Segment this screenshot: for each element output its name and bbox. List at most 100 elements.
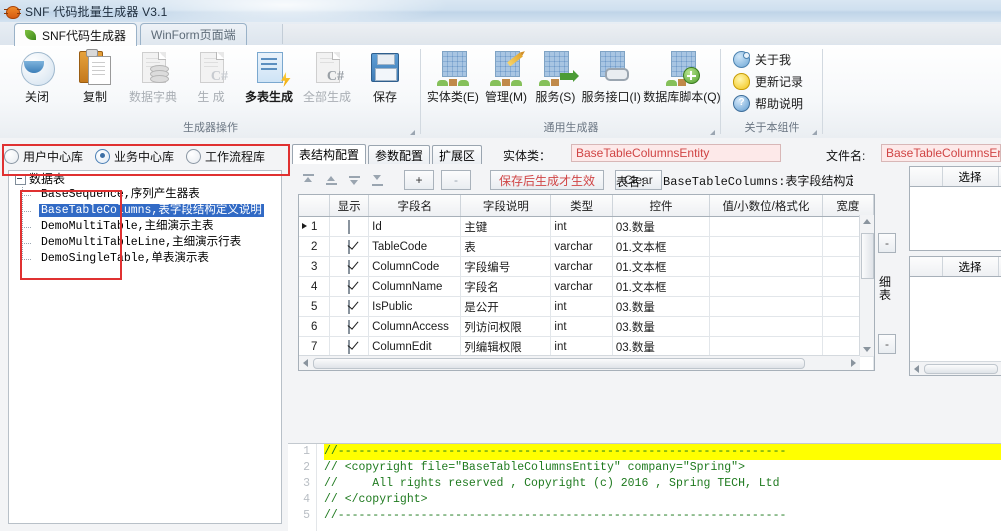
tree-item-basesequence[interactable]: BaseSequence,序列产生器表: [9, 187, 281, 203]
col-type[interactable]: 类型: [550, 195, 613, 217]
col-control[interactable]: 控件: [612, 195, 711, 217]
cell-value[interactable]: [709, 276, 823, 297]
table-row[interactable]: 2 TableCode 表 varchar 01.文本框 2: [299, 236, 874, 257]
cell-control[interactable]: 01.文本框: [612, 236, 711, 257]
tree-item-demomultitableline[interactable]: DemoMultiTableLine,主细演示行表: [9, 235, 281, 251]
cell-show[interactable]: [329, 336, 370, 357]
cell-control[interactable]: 03.数量: [612, 316, 711, 337]
cell-value[interactable]: [709, 316, 823, 337]
table-row[interactable]: 7 ColumnEdit 列编辑权限 int 03.数量: [299, 336, 874, 357]
show-checkbox[interactable]: [348, 259, 351, 274]
tree-root-node[interactable]: 数据表: [9, 171, 281, 187]
cell-field-desc[interactable]: 字段编号: [460, 256, 552, 277]
ribbon-group-generator-ops-expander[interactable]: [410, 130, 415, 135]
ribbon-group-about-expander[interactable]: [812, 130, 817, 135]
tab-extension-area[interactable]: 扩展区: [432, 145, 483, 164]
horizontal-scroll-thumb[interactable]: [313, 358, 805, 369]
master-select-col-label[interactable]: 选择: [942, 167, 999, 186]
table-row[interactable]: 4 ColumnName 字段名 varchar 01.文本框: [299, 276, 874, 297]
cell-type[interactable]: varchar: [550, 236, 613, 257]
cell-field-desc[interactable]: 是公开: [460, 296, 552, 317]
ribbon-button-generate-all[interactable]: C# 全部生成: [298, 45, 356, 115]
radio-workflow-db[interactable]: 工作流程库: [186, 148, 265, 165]
radio-user-center-db[interactable]: 用户中心库: [4, 148, 83, 165]
cell-field-name[interactable]: ColumnEdit: [368, 336, 462, 357]
remove-row-button[interactable]: -: [441, 170, 471, 190]
move-down-button[interactable]: [344, 170, 364, 190]
move-bottom-button[interactable]: [367, 170, 387, 190]
ribbon-button-save[interactable]: 保存: [356, 45, 414, 115]
ribbon-button-service-interface[interactable]: 服务接口(I): [580, 45, 643, 115]
cell-type[interactable]: int: [550, 296, 613, 317]
table-row[interactable]: 3 ColumnCode 字段编号 varchar 01.文本框 2: [299, 256, 874, 277]
tab-snf-code-generator[interactable]: SNF代码生成器: [14, 23, 138, 46]
col-width[interactable]: 宽度: [822, 195, 874, 217]
cell-field-desc[interactable]: 表: [460, 236, 552, 257]
cell-show[interactable]: [329, 276, 370, 297]
tab-table-structure-config[interactable]: 表结构配置: [292, 144, 367, 164]
cell-field-desc[interactable]: 列访问权限: [460, 316, 552, 337]
ribbon-button-close[interactable]: 关闭: [8, 45, 66, 115]
ribbon-item-about-me[interactable]: 关于我: [727, 48, 823, 70]
cell-control[interactable]: 01.文本框: [612, 256, 711, 277]
cell-control[interactable]: 03.数量: [612, 336, 711, 357]
show-checkbox[interactable]: [348, 299, 351, 314]
cell-type[interactable]: int: [550, 316, 613, 337]
show-checkbox[interactable]: [348, 279, 351, 294]
table-row[interactable]: 6 ColumnAccess 列访问权限 int 03.数量: [299, 316, 874, 337]
cell-show[interactable]: [329, 216, 370, 237]
database-table-tree[interactable]: 数据表 BaseSequence,序列产生器表 BaseTableColumns…: [8, 170, 282, 524]
table-row[interactable]: 1 Id 主键 int 03.数量: [299, 216, 874, 237]
cell-value[interactable]: [709, 236, 823, 257]
cell-field-desc[interactable]: 主键: [460, 216, 552, 237]
detail-select-col-label[interactable]: 选择: [942, 257, 999, 276]
detail-grid-hscrollbar[interactable]: [910, 361, 1001, 375]
show-checkbox[interactable]: [348, 239, 351, 254]
show-checkbox[interactable]: [348, 339, 351, 354]
cell-show[interactable]: [329, 236, 370, 257]
entity-class-input[interactable]: BaseTableColumnsEntity: [571, 144, 781, 162]
tree-item-demomultitable[interactable]: DemoMultiTable,主细演示主表: [9, 219, 281, 235]
col-show[interactable]: 显示: [329, 195, 370, 217]
tab-param-config[interactable]: 参数配置: [368, 145, 431, 164]
tree-collapse-icon[interactable]: [15, 174, 26, 185]
ribbon-button-generate[interactable]: C# 生 成: [182, 45, 240, 115]
cell-field-desc[interactable]: 字段名: [460, 276, 552, 297]
grid-horizontal-scrollbar[interactable]: [299, 355, 860, 370]
ribbon-item-update-log[interactable]: 更新记录: [727, 70, 823, 92]
cell-field-name[interactable]: TableCode: [368, 236, 462, 257]
vertical-scroll-thumb[interactable]: [861, 233, 874, 279]
ribbon-button-data-dictionary[interactable]: 数据字典: [124, 45, 182, 115]
grid-vertical-scrollbar[interactable]: [859, 215, 874, 356]
master-select-grid[interactable]: 选择: [909, 166, 1001, 251]
table-row[interactable]: 5 IsPublic 是公开 int 03.数量: [299, 296, 874, 317]
show-checkbox[interactable]: [348, 219, 351, 234]
detail-select-grid[interactable]: 选择: [909, 256, 1001, 376]
ribbon-item-help[interactable]: ? 帮助说明: [727, 92, 823, 114]
detail-remove-button[interactable]: -: [878, 334, 896, 354]
col-rownum[interactable]: [299, 195, 331, 217]
cell-value[interactable]: [709, 256, 823, 277]
cell-field-name[interactable]: ColumnAccess: [368, 316, 462, 337]
file-name-input[interactable]: BaseTableColumnsEnt: [881, 144, 1001, 162]
move-up-button[interactable]: [321, 170, 341, 190]
cell-type[interactable]: int: [550, 336, 613, 357]
ribbon-group-common-generator-expander[interactable]: [710, 130, 715, 135]
cell-field-name[interactable]: ColumnName: [368, 276, 462, 297]
code-editor[interactable]: 1 2 3 4 5 //----------------------------…: [288, 443, 1001, 531]
ribbon-button-db-script[interactable]: 数据库脚本(Q): [643, 45, 721, 115]
detail-scroll-left-icon[interactable]: [914, 365, 919, 373]
cell-control[interactable]: 01.文本框: [612, 276, 711, 297]
scroll-up-icon[interactable]: [863, 219, 871, 224]
show-checkbox[interactable]: [348, 319, 351, 334]
detail-hscroll-thumb[interactable]: [924, 364, 998, 374]
editor-code-content[interactable]: //--------------------------------------…: [324, 444, 1001, 531]
master-remove-button[interactable]: -: [878, 233, 896, 253]
cell-control[interactable]: 03.数量: [612, 216, 711, 237]
tree-item-demosingletable[interactable]: DemoSingleTable,单表演示表: [9, 251, 281, 267]
cell-show[interactable]: [329, 316, 370, 337]
cell-value[interactable]: [709, 336, 823, 357]
cell-field-name[interactable]: ColumnCode: [368, 256, 462, 277]
col-value-format[interactable]: 值/小数位/格式化: [709, 195, 823, 217]
cell-type[interactable]: varchar: [550, 256, 613, 277]
